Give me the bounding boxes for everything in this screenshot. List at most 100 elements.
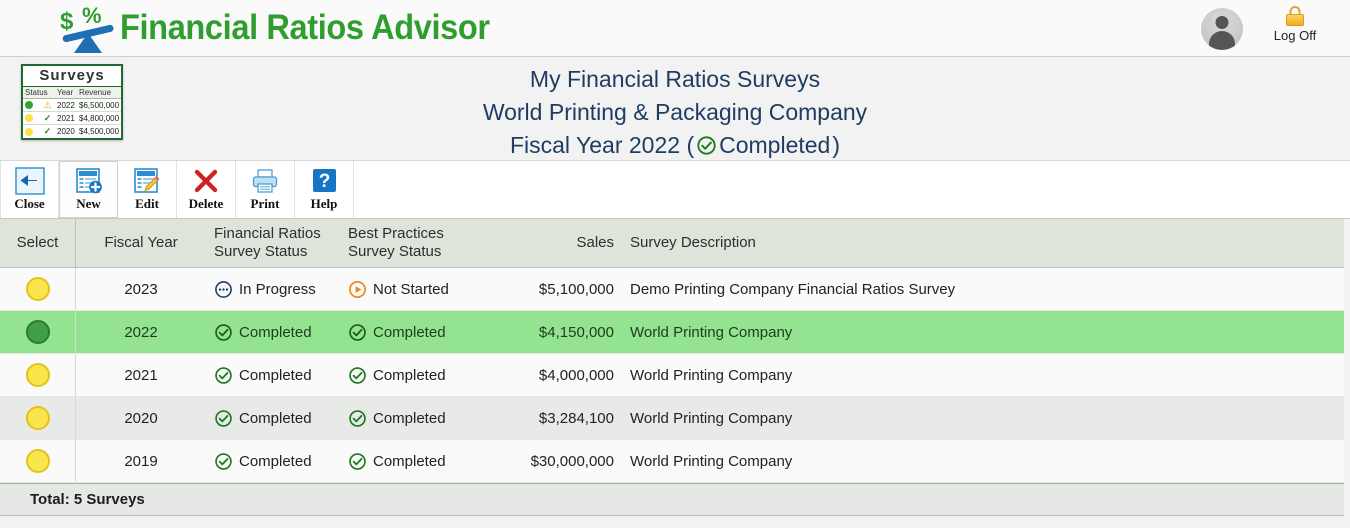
edit-pencil-icon — [132, 167, 162, 195]
status-wrap: Completed — [348, 323, 478, 342]
fiscal-year-status: Completed — [719, 132, 831, 158]
row-select-radio[interactable] — [25, 277, 50, 301]
svg-text:$: $ — [60, 8, 74, 35]
table-header-row: Select Fiscal Year Financial Ratios Surv… — [0, 219, 1344, 268]
lock-body-shape — [1286, 14, 1304, 26]
cell-sales: $4,000,000 — [486, 353, 622, 397]
lock-icon — [1286, 6, 1304, 26]
not-started-icon — [348, 280, 367, 299]
delete-x-icon — [191, 167, 221, 195]
status-label: Completed — [239, 366, 312, 384]
status-label: Completed — [373, 452, 446, 470]
new-button[interactable]: New — [59, 161, 118, 218]
column-header-best-practices-status: Best Practices Survey Status — [340, 219, 486, 268]
status-wrap: In Progress — [214, 280, 332, 299]
completed-icon — [214, 452, 233, 471]
completed-icon — [348, 323, 367, 342]
table-row[interactable]: 2021 Completed Completed $4,000,000 Worl… — [0, 353, 1344, 397]
close-button[interactable]: Close — [0, 161, 59, 218]
completed-icon — [214, 323, 233, 342]
row-select-radio-selected[interactable] — [25, 320, 50, 344]
cell-fiscal-year: 2021 — [75, 353, 206, 397]
question-mark-icon: ? — [309, 167, 339, 195]
new-document-icon — [74, 167, 104, 195]
fiscal-year-suffix: ) — [832, 132, 841, 158]
status-label: Completed — [373, 409, 446, 427]
status-label: Completed — [239, 452, 312, 470]
cell-fiscal-year: 2020 — [75, 396, 206, 440]
table-row[interactable]: 2020 Completed Completed $3,284,100 Worl… — [0, 396, 1344, 440]
row-select-cell[interactable] — [0, 396, 76, 440]
status-wrap: Not Started — [348, 280, 478, 299]
completed-icon — [348, 452, 367, 471]
edit-button[interactable]: Edit — [118, 161, 177, 218]
avatar-head-shape — [1215, 16, 1229, 29]
row-select-radio[interactable] — [25, 363, 50, 387]
svg-text:?: ? — [319, 171, 331, 192]
column-header-fr-line2: Survey Status — [214, 243, 308, 260]
cell-fiscal-year: 2023 — [75, 267, 206, 311]
log-off-label: Log Off — [1273, 28, 1317, 43]
status-wrap: Completed — [348, 366, 478, 385]
row-select-cell[interactable] — [0, 353, 76, 397]
row-select-radio[interactable] — [25, 406, 50, 430]
status-label: Completed — [373, 366, 446, 384]
help-button[interactable]: ? Help — [295, 161, 354, 218]
cell-survey-description: Demo Printing Company Financial Ratios S… — [622, 267, 1344, 311]
table-row[interactable]: 2023 In Progress Not Started $5,100,000 … — [0, 267, 1344, 311]
table-row[interactable]: 2019 Completed Completed $30,000,000 Wor… — [0, 439, 1344, 483]
log-off-button[interactable]: Log Off — [1264, 6, 1326, 43]
page-title-line-1: My Financial Ratios Surveys — [529, 66, 821, 92]
status-wrap: Completed — [214, 452, 332, 471]
status-wrap: Completed — [214, 323, 332, 342]
row-select-cell[interactable] — [0, 267, 76, 311]
back-arrow-icon — [14, 167, 45, 195]
app-brand: $ % Financial Ratios Advisor — [58, 3, 518, 53]
completed-check-icon — [696, 135, 717, 156]
close-button-label: Close — [14, 196, 45, 211]
new-button-label: New — [76, 196, 101, 211]
completed-icon — [214, 366, 233, 385]
column-header-bp-line1: Best Practices — [348, 225, 444, 242]
row-select-radio[interactable] — [25, 449, 50, 473]
svg-text:%: % — [82, 3, 102, 28]
status-wrap: Completed — [348, 409, 478, 428]
page-title: My Financial Ratios Surveys World Printi… — [0, 63, 1350, 162]
status-wrap: Completed — [214, 409, 332, 428]
page-title-band: Surveys Status Year Revenue ⚠ 2022 $6,50… — [0, 57, 1350, 161]
cell-financial-ratios-status: Completed — [206, 353, 340, 397]
fiscal-year-prefix: Fiscal Year 2022 ( — [509, 132, 695, 158]
printer-icon — [250, 167, 280, 195]
status-label: Completed — [239, 409, 312, 427]
page-title-line-3: Fiscal Year 2022 ( Completed ) — [0, 129, 1350, 162]
completed-icon — [348, 409, 367, 428]
cell-survey-description: World Printing Company — [622, 396, 1344, 440]
cell-survey-description: World Printing Company — [622, 310, 1344, 354]
cell-fiscal-year: 2022 — [75, 310, 206, 354]
print-button[interactable]: Print — [236, 161, 295, 218]
cell-best-practices-status: Completed — [340, 310, 486, 354]
cell-survey-description: World Printing Company — [622, 353, 1344, 397]
cell-sales: $5,100,000 — [486, 267, 622, 311]
cell-sales: $30,000,000 — [486, 439, 622, 483]
help-button-label: Help — [310, 196, 338, 211]
row-select-cell[interactable] — [0, 310, 76, 354]
table-row-selected[interactable]: 2022 Completed Completed $4,150,000 Worl… — [0, 310, 1344, 354]
column-header-bp-line2: Survey Status — [348, 243, 442, 260]
avatar[interactable] — [1201, 8, 1243, 50]
status-wrap: Completed — [214, 366, 332, 385]
column-header-sales: Sales — [486, 219, 622, 268]
in-progress-icon — [214, 280, 233, 299]
row-select-cell[interactable] — [0, 439, 76, 483]
cell-financial-ratios-status: Completed — [206, 396, 340, 440]
completed-icon — [348, 366, 367, 385]
column-header-financial-ratios-status: Financial Ratios Survey Status — [206, 219, 340, 268]
cell-best-practices-status: Completed — [340, 439, 486, 483]
print-button-label: Print — [250, 196, 280, 211]
table-footer: Total: 5 Surveys — [0, 483, 1344, 516]
avatar-body-shape — [1209, 31, 1235, 50]
cell-best-practices-status: Not Started — [340, 267, 486, 311]
cell-best-practices-status: Completed — [340, 353, 486, 397]
cell-financial-ratios-status: Completed — [206, 439, 340, 483]
delete-button[interactable]: Delete — [177, 161, 236, 218]
